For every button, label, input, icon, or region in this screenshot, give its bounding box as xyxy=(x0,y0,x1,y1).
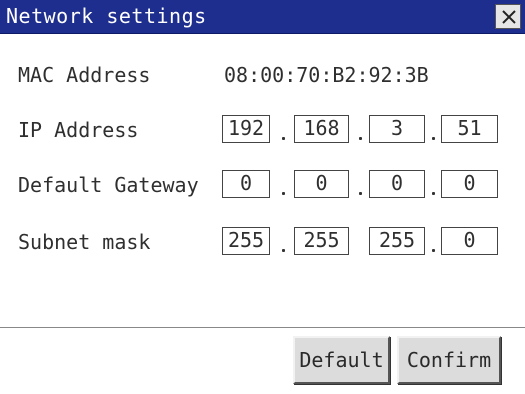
ip-octet-4-field[interactable]: 51 xyxy=(441,115,498,143)
close-button[interactable] xyxy=(495,4,521,29)
gateway-octet-4-field[interactable]: 0 xyxy=(441,170,498,198)
gateway-octet-1-field[interactable]: 0 xyxy=(222,170,270,198)
gateway-dot-1 xyxy=(282,192,285,195)
ip-dot-3 xyxy=(432,137,435,140)
subnet-dot-1 xyxy=(282,249,285,252)
confirm-button[interactable]: Confirm xyxy=(397,336,501,384)
gateway-dot-3 xyxy=(432,192,435,195)
gateway-octet-3-field[interactable]: 0 xyxy=(369,170,425,198)
network-settings-window: Network settings MAC Address 08:00:70:B2… xyxy=(0,0,525,394)
subnet-dot-3 xyxy=(432,249,435,252)
ip-octet-1-field[interactable]: 192 xyxy=(222,115,270,143)
default-button[interactable]: Default xyxy=(293,336,390,384)
ip-octet-3-field[interactable]: 3 xyxy=(369,115,425,143)
mac-address-label: MAC Address xyxy=(18,63,151,87)
subnet-octet-2-field[interactable]: 255 xyxy=(294,227,349,255)
default-gateway-label: Default Gateway xyxy=(18,173,199,197)
subnet-mask-label: Subnet mask xyxy=(18,230,151,254)
subnet-octet-4-field[interactable]: 0 xyxy=(441,227,498,255)
title-bar: Network settings xyxy=(0,0,525,34)
ip-address-label: IP Address xyxy=(18,118,139,142)
footer-divider xyxy=(0,327,525,328)
close-icon xyxy=(502,10,516,24)
subnet-octet-3-field[interactable]: 255 xyxy=(369,227,425,255)
gateway-octet-2-field[interactable]: 0 xyxy=(294,170,349,198)
ip-dot-2 xyxy=(359,137,362,140)
ip-dot-1 xyxy=(282,137,285,140)
ip-octet-2-field[interactable]: 168 xyxy=(294,115,349,143)
window-title: Network settings xyxy=(6,4,207,28)
mac-address-value: 08:00:70:B2:92:3B xyxy=(224,63,429,87)
gateway-dot-2 xyxy=(359,192,362,195)
subnet-octet-1-field[interactable]: 255 xyxy=(222,227,270,255)
